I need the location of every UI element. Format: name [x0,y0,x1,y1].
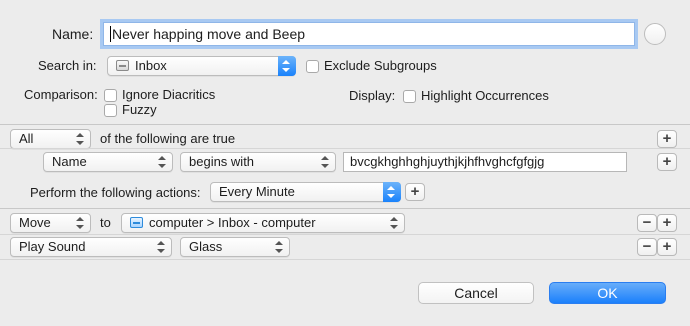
add-action-2-button[interactable]: + [657,238,677,256]
popup-arrows-icon [282,60,290,72]
search-in-popup[interactable]: Inbox [107,56,296,76]
action-2-popup[interactable]: Play Sound [10,237,172,257]
action-1-target: computer > Inbox - computer [149,215,316,230]
popup-arrows-icon [157,241,165,253]
popup-arrows-icon [275,241,283,253]
popup-arrows-icon [387,186,395,198]
condition-value-field[interactable]: bvcgkhghhghjuythjkjhfhvghcfgfgjg [343,152,627,172]
condition-value: bvcgkhghhghjuythjkjhfhvghcfgfgjg [350,154,545,169]
schedule-value: Every Minute [219,184,295,199]
separator [0,234,690,235]
condition-operator-value: begins with [189,154,255,169]
action-2-target-popup[interactable]: Glass [180,237,290,257]
condition-field-popup[interactable]: Name [43,152,173,172]
separator [0,124,690,125]
match-popup[interactable]: All [10,129,91,149]
ignore-diacritics-label: Ignore Diacritics [122,87,216,102]
remove-action-2-button[interactable]: − [637,238,657,256]
ignore-diacritics-checkbox[interactable] [104,89,117,102]
remove-action-1-button[interactable]: − [637,214,657,232]
text-caret [110,26,111,42]
match-suffix-label: of the following are true [100,131,236,146]
highlight-occurrences-checkbox[interactable] [403,90,416,103]
add-schedule-button[interactable]: + [405,183,425,201]
popup-arrows-icon [76,133,84,145]
highlight-occurrences-label: Highlight Occurrences [421,88,549,103]
help-button[interactable] [644,23,666,45]
name-value: Never happing move and Beep [112,26,306,42]
separator [0,148,690,149]
match-value: All [19,131,34,146]
action-2-value: Play Sound [19,239,86,254]
search-in-label: Search in: [38,58,97,73]
fuzzy-checkbox[interactable] [104,104,117,117]
add-action-1-button[interactable]: + [657,214,677,232]
fuzzy-label: Fuzzy [122,102,157,117]
popup-arrows-icon [321,156,329,168]
ok-button[interactable]: OK [549,282,666,304]
display-label: Display: [349,88,396,103]
perform-actions-label: Perform the following actions: [30,185,201,200]
popup-arrows-icon [390,217,398,229]
separator [0,208,690,209]
inbox-icon [116,60,129,71]
cancel-button[interactable]: Cancel [418,282,534,304]
action-1-popup[interactable]: Move [10,213,91,233]
comparison-label: Comparison: [24,87,98,102]
action-1-connector: to [100,215,111,230]
action-2-target: Glass [189,239,223,254]
inbox-icon [130,217,143,228]
add-condition-button[interactable]: + [657,130,677,148]
exclude-subgroups-label: Exclude Subgroups [324,58,437,73]
separator [0,259,690,260]
schedule-popup[interactable]: Every Minute [210,182,401,202]
exclude-subgroups-checkbox[interactable] [306,60,319,73]
condition-operator-popup[interactable]: begins with [180,152,336,172]
condition-field-value: Name [52,154,87,169]
action-1-target-popup[interactable]: computer > Inbox - computer [121,213,405,233]
name-field[interactable]: Never happing move and Beep [103,22,635,46]
popup-arrows-icon [76,217,84,229]
search-in-value: Inbox [135,58,167,73]
action-1-value: Move [19,215,51,230]
name-label: Name: [52,26,94,42]
add-rule-button[interactable]: + [657,153,677,171]
popup-arrows-icon [158,156,166,168]
